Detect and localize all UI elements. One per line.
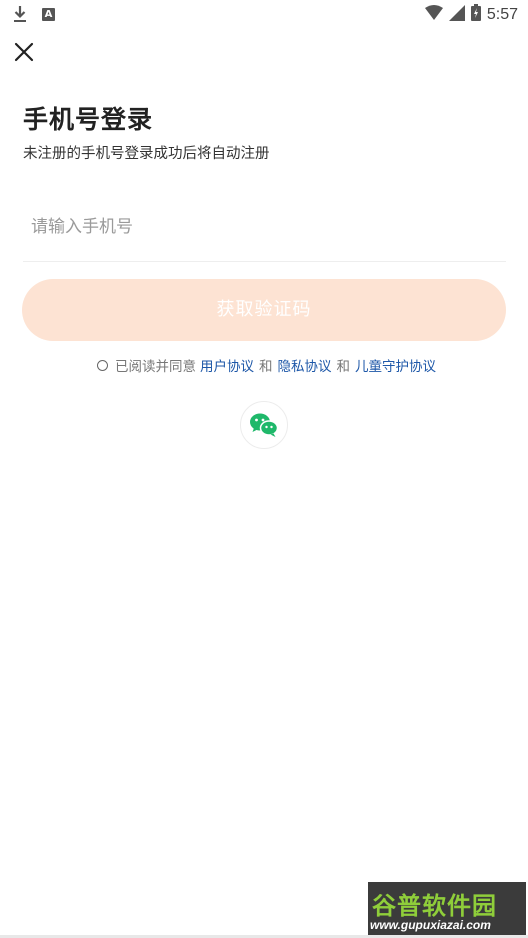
a-notification-icon: A — [42, 7, 55, 21]
page-subtitle: 未注册的手机号登录成功后将自动注册 — [23, 146, 270, 162]
watermark-logo: 谷普软件园 www.gupuxiazai.com — [368, 882, 526, 936]
agreement-row: 已阅读并同意 用户协议 和 隐私协议 和 儿童守护协议 — [97, 355, 436, 375]
user-agreement-link[interactable]: 用户协议 — [200, 355, 254, 375]
agreement-checkbox[interactable] — [97, 359, 108, 371]
page-title: 手机号登录 — [23, 105, 154, 134]
child-protection-agreement-link[interactable]: 儿童守护协议 — [355, 355, 436, 375]
privacy-agreement-link[interactable]: 隐私协议 — [278, 355, 332, 375]
wechat-icon — [250, 413, 279, 437]
close-icon — [14, 42, 34, 62]
status-bar-system: 5:57 — [424, 4, 518, 25]
wifi-icon — [424, 4, 443, 25]
download-icon — [12, 5, 28, 23]
signal-icon — [448, 4, 465, 25]
watermark-url: www.gupuxiazai.com — [370, 918, 491, 932]
battery-icon — [470, 4, 481, 25]
get-verification-code-button[interactable]: 获取验证码 — [22, 279, 506, 341]
status-bar-notifications: A — [12, 5, 55, 23]
close-button[interactable] — [12, 40, 36, 64]
status-bar: A 5:57 — [0, 0, 528, 28]
phone-number-input[interactable] — [23, 206, 506, 248]
agreement-prefix: 已阅读并同意 — [115, 359, 196, 375]
agreement-and-1: 和 — [259, 359, 273, 375]
watermark-title: 谷普软件园 — [372, 892, 497, 920]
agreement-and-2: 和 — [336, 359, 351, 375]
input-divider — [23, 261, 506, 262]
wechat-login-button[interactable] — [240, 401, 288, 449]
status-time: 5:57 — [486, 5, 518, 23]
